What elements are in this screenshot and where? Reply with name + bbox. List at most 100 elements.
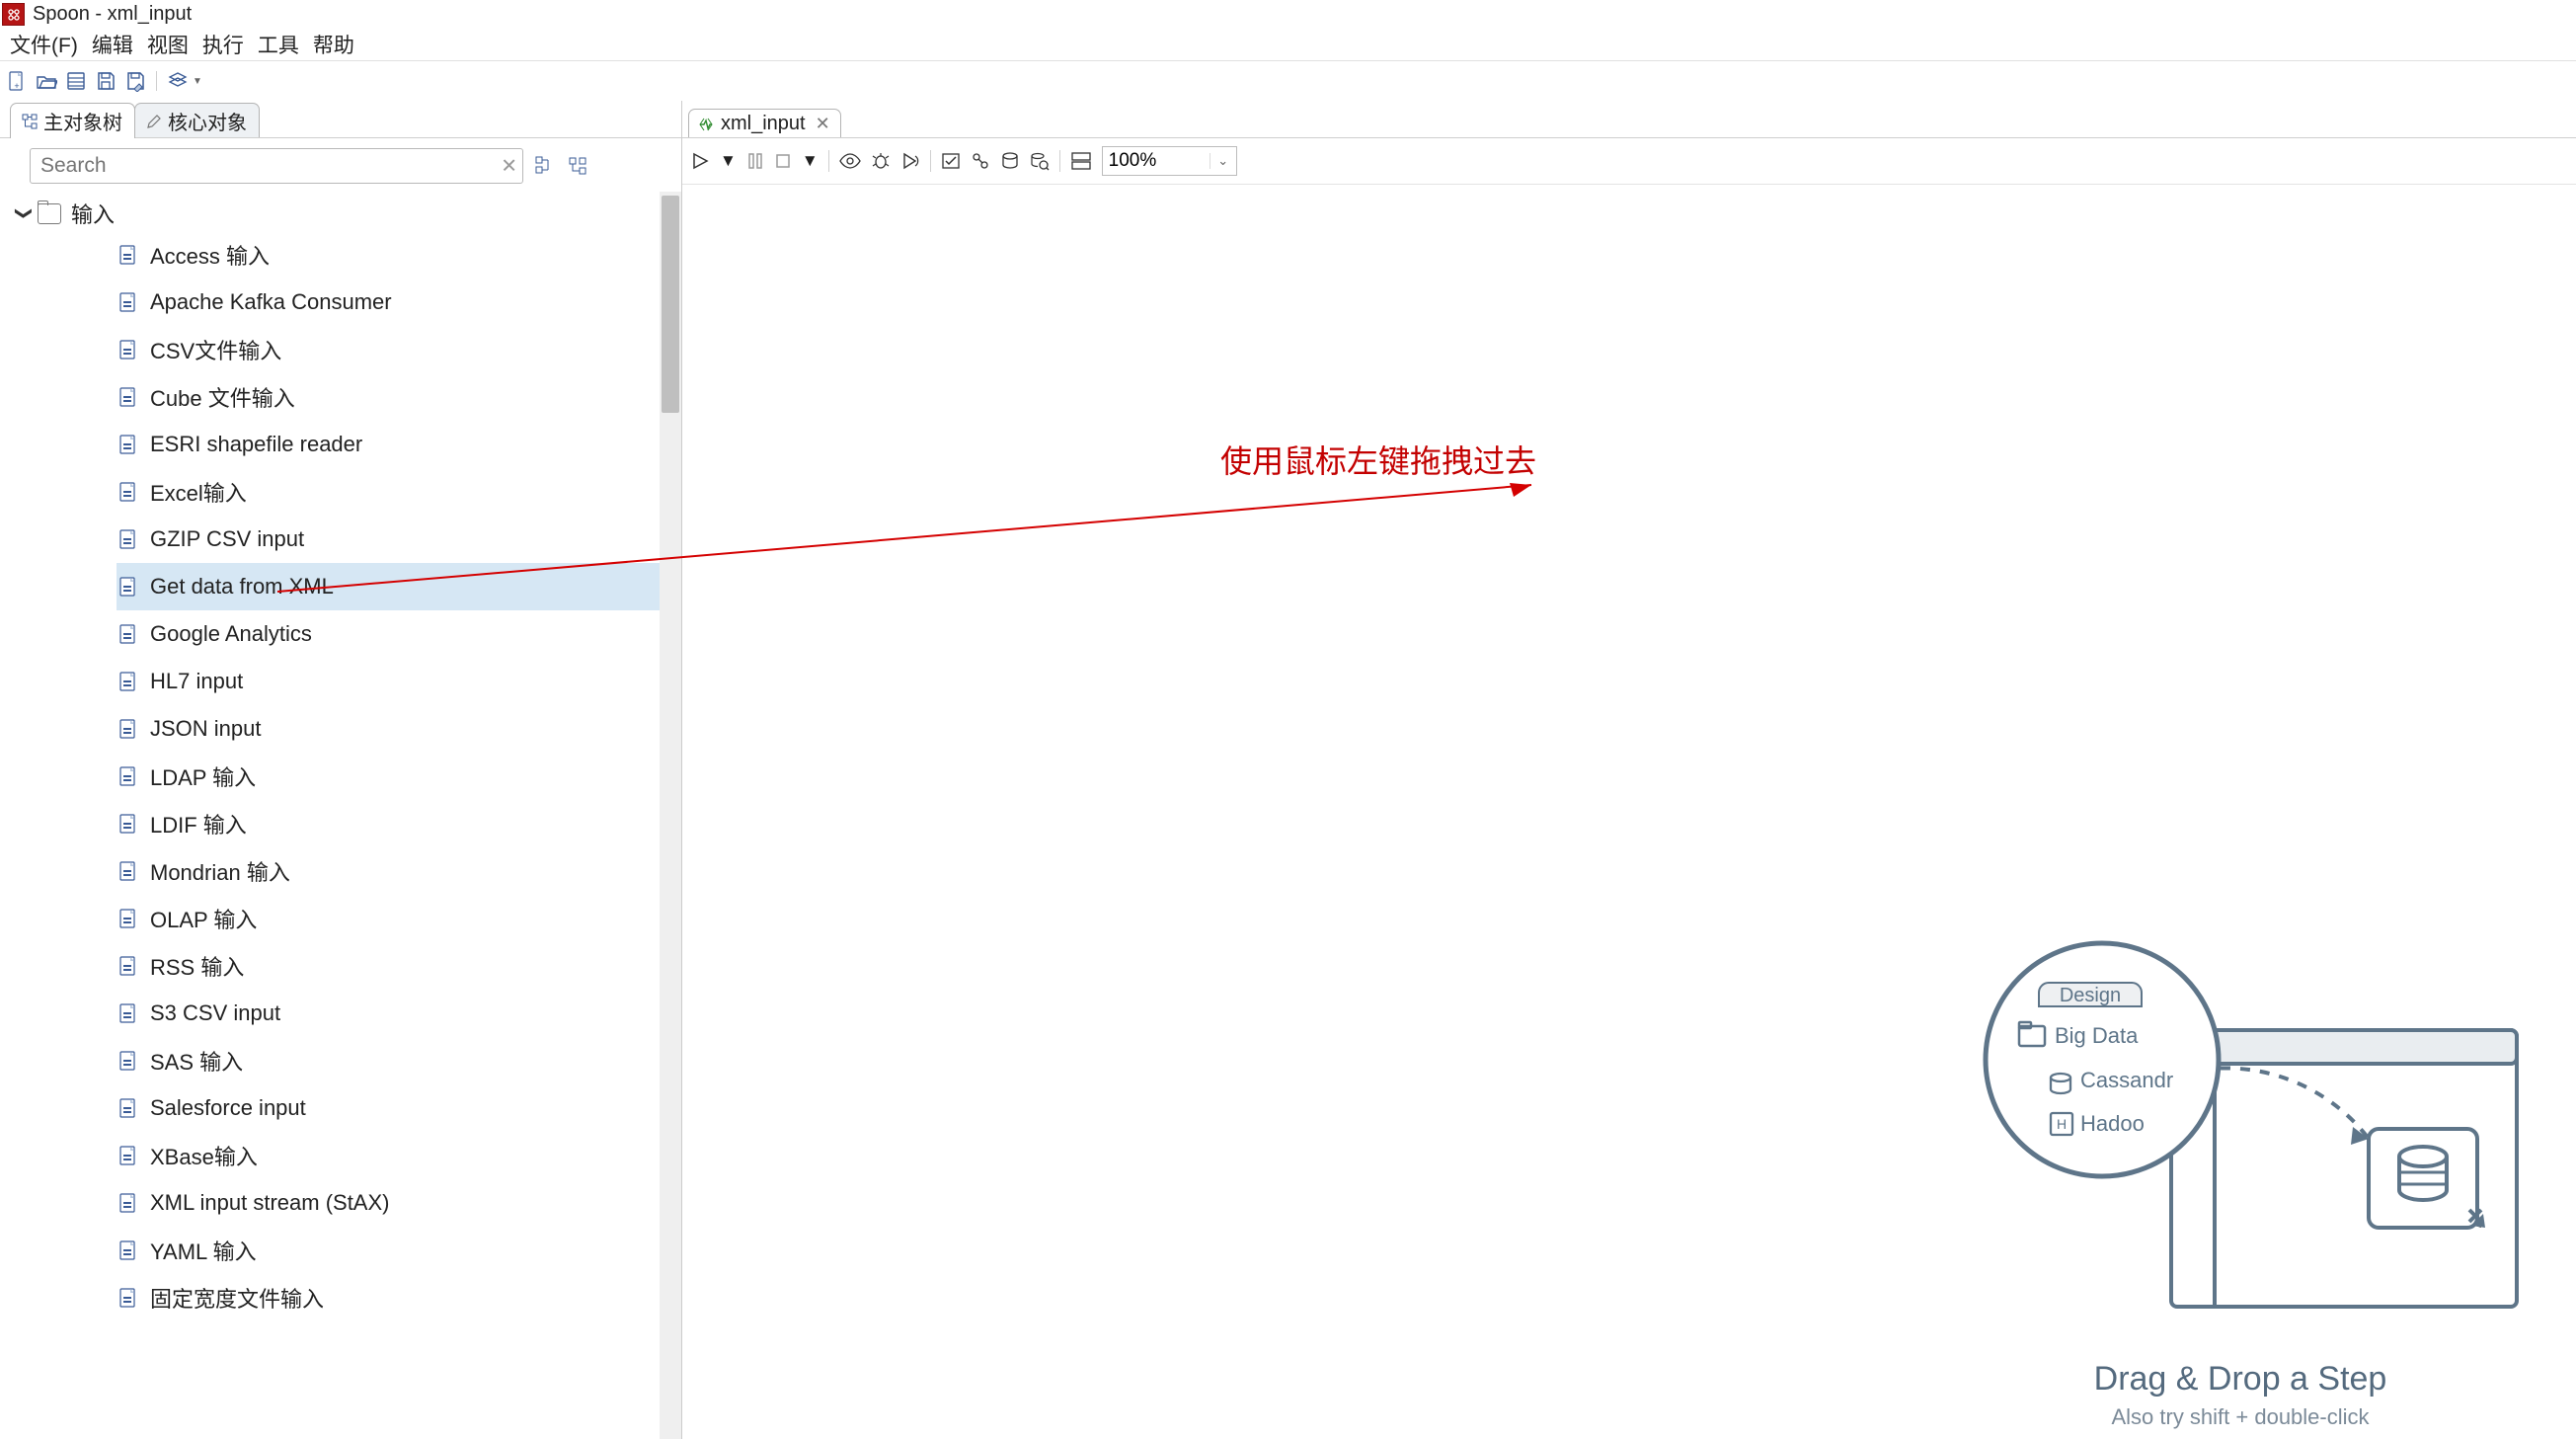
tab-main-tree[interactable]: 主对象树 [10,103,135,138]
tree-item-label: Access 输入 [150,239,270,271]
tree-item-label: 固定宽度文件输入 [150,1282,324,1314]
tree-item[interactable]: Mondrian 输入 [117,847,681,895]
tree-item[interactable]: 固定宽度文件输入 [117,1274,681,1321]
save-as-button[interactable] [124,70,146,92]
explore-db-button[interactable] [1030,149,1050,173]
tree-item-label: YAML 输入 [150,1235,257,1266]
editor-tab-xml-input[interactable]: xml_input ✕ [688,109,841,138]
tree-item[interactable]: RSS 输入 [117,942,681,990]
tree-item-label: Google Analytics [150,621,312,647]
zoom-input[interactable] [1103,148,1210,174]
helper-caption-2: Also try shift + double-click [1944,1404,2537,1430]
step-icon [117,480,140,504]
clear-search-icon[interactable]: ✕ [501,154,517,179]
editor-tab-label: xml_input [721,113,806,135]
tree-item-label: GZIP CSV input [150,526,304,552]
run-button[interactable] [690,149,710,173]
explore-repo-button[interactable] [65,70,87,92]
tree-item[interactable]: Cube 文件输入 [117,373,681,421]
transformation-icon [697,116,715,133]
editor-toolbar-separator [930,150,931,172]
tree-item[interactable]: GZIP CSV input [117,516,681,563]
editor-toolbar-separator [828,150,829,172]
tree-item[interactable]: YAML 输入 [117,1227,681,1274]
verify-button[interactable] [941,149,961,173]
save-button[interactable] [95,70,117,92]
helper-folder-label: Big Data [2055,1023,2139,1048]
show-results-button[interactable] [1070,149,1092,173]
impact-button[interactable] [971,149,990,173]
tree-item[interactable]: LDIF 输入 [117,800,681,847]
editor-tab-bar: xml_input ✕ [682,105,2576,138]
preview-button[interactable] [839,149,861,173]
transformation-canvas[interactable]: 使用鼠标左键拖拽过去 [682,185,2576,1439]
search-input[interactable] [30,148,523,184]
tree-item-label: ESRI shapefile reader [150,432,362,457]
tree-item[interactable]: Excel输入 [117,468,681,516]
helper-item-1: Hadoo [2080,1111,2145,1136]
tree-item[interactable]: HL7 input [117,658,681,705]
menu-view[interactable]: 视图 [141,28,195,61]
tree-item[interactable]: S3 CSV input [117,990,681,1037]
debug-button[interactable] [871,149,891,173]
menu-tools[interactable]: 工具 [252,28,305,61]
tree-scrollbar-thumb[interactable] [662,196,679,413]
perspective-dropdown[interactable]: ▼ [193,76,202,87]
expand-toggle-icon[interactable]: ❯ [14,203,34,223]
editor-toolbar-separator [1059,150,1060,172]
perspective-button[interactable] [167,70,189,92]
tree-folder-input[interactable]: ❯ 输入 [14,196,681,231]
tree-item-label: RSS 输入 [150,950,244,982]
tree-item[interactable]: Get data from XML [117,563,681,610]
tree-item-label: SAS 输入 [150,1045,243,1077]
tree-item-label: S3 CSV input [150,1000,280,1026]
tree-item-label: XBase输入 [150,1140,258,1171]
stop-dropdown[interactable]: ▼ [802,151,819,171]
step-icon [117,812,140,836]
tree-scrollbar[interactable] [660,192,681,1439]
svg-text:+: + [14,81,19,91]
helper-tab-label: Design [2060,985,2121,1006]
tree-item-label: LDAP 输入 [150,760,256,792]
replay-button[interactable] [900,149,920,173]
tree-item[interactable]: OLAP 输入 [117,895,681,942]
window-titlebar: Spoon - xml_input [0,0,2576,29]
expand-all-button[interactable] [533,154,557,178]
tree-item[interactable]: LDAP 输入 [117,753,681,800]
tree-item[interactable]: Apache Kafka Consumer [117,279,681,326]
open-file-button[interactable] [36,70,57,92]
step-icon [117,243,140,267]
step-icon [117,670,140,693]
pencil-icon [145,113,163,130]
new-file-button[interactable]: + [6,70,28,92]
tree-item[interactable]: JSON input [117,705,681,753]
tab-core-objects[interactable]: 核心对象 [134,103,260,138]
tree-item[interactable]: XML input stream (StAX) [117,1179,681,1227]
tree-item-label: Mondrian 输入 [150,855,290,887]
tree-item[interactable]: ESRI shapefile reader [117,421,681,468]
menu-run[interactable]: 执行 [196,28,250,61]
menu-file[interactable]: 文件(F) [4,28,84,61]
stop-button[interactable] [774,149,792,173]
tree-item[interactable]: CSV文件输入 [117,326,681,373]
tree-item[interactable]: Access 输入 [117,231,681,279]
sql-button[interactable] [1000,149,1020,173]
search-box: ✕ [30,148,523,184]
menu-help[interactable]: 帮助 [307,28,360,61]
menu-edit[interactable]: 编辑 [86,28,139,61]
tree-item[interactable]: SAS 输入 [117,1037,681,1084]
tree-item[interactable]: XBase输入 [117,1132,681,1179]
run-dropdown[interactable]: ▼ [720,151,737,171]
step-icon [117,859,140,883]
step-icon [117,764,140,788]
tree-item[interactable]: Google Analytics [117,610,681,658]
collapse-all-button[interactable] [567,154,590,178]
pause-button[interactable] [746,149,764,173]
tree-item-label: Excel输入 [150,476,247,508]
tree-item[interactable]: Salesforce input [117,1084,681,1132]
close-tab-icon[interactable]: ✕ [816,114,830,134]
helper-caption-1: Drag & Drop a Step [1944,1360,2537,1399]
app-icon [2,3,25,26]
zoom-dropdown[interactable]: ⌄ [1210,153,1236,169]
step-tree: ❯ 输入 Access 输入 Apache Kafka Consumer CSV… [0,192,681,1439]
